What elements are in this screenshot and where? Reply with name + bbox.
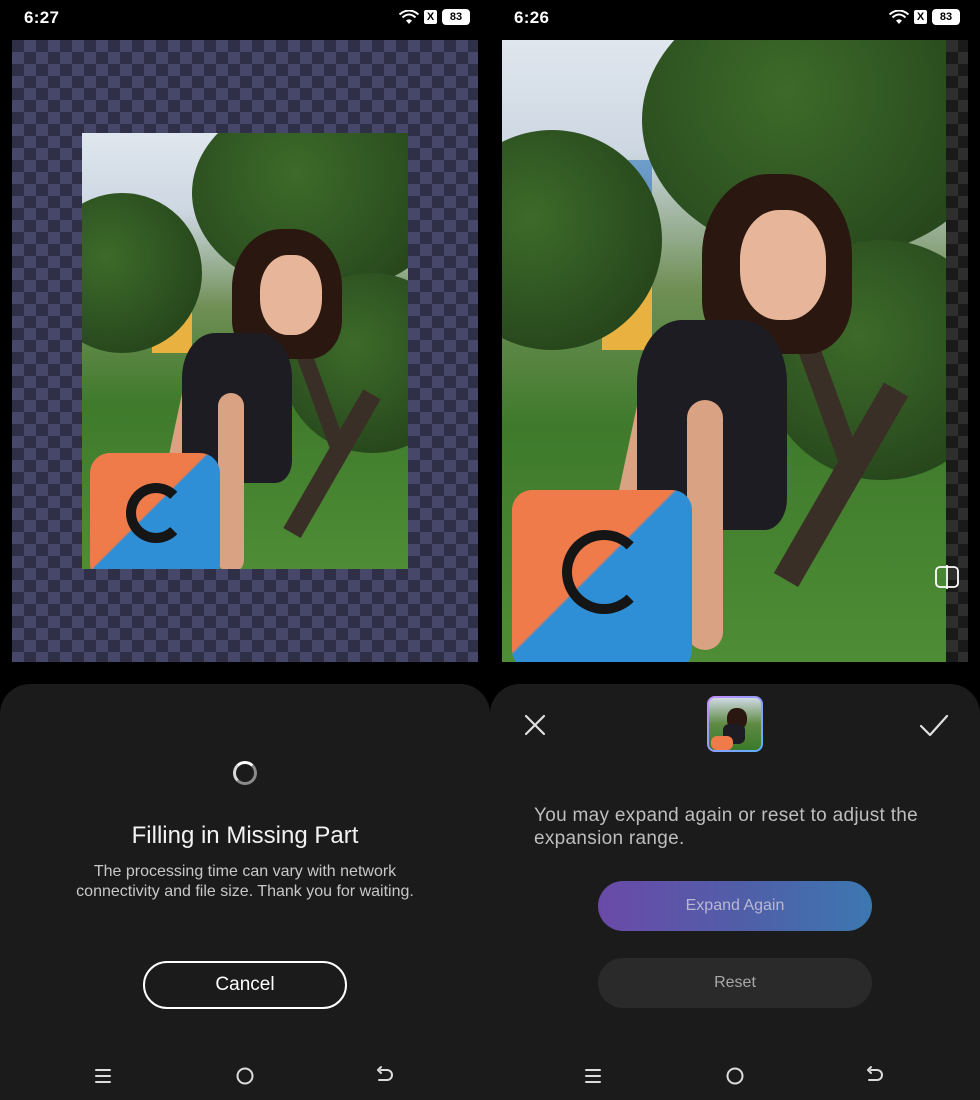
home-icon[interactable] — [723, 1064, 747, 1088]
back-icon[interactable] — [373, 1064, 397, 1088]
result-thumbnail[interactable] — [707, 696, 763, 752]
expanded-canvas[interactable] — [502, 40, 968, 662]
status-icons: X 83 — [399, 9, 470, 25]
expansion-canvas[interactable] — [12, 40, 478, 662]
menu-icon[interactable] — [91, 1064, 115, 1088]
processing-sheet: Filling in Missing Part The processing t… — [0, 684, 490, 1100]
result-screen: 6:26 X 83 You may expand again or reset … — [490, 0, 980, 1100]
expanded-photo — [502, 40, 946, 662]
status-bar: 6:27 X 83 — [0, 0, 490, 36]
status-time: 6:27 — [24, 8, 60, 27]
sim-icon: X — [424, 10, 437, 24]
sim-icon: X — [914, 10, 927, 24]
wifi-icon — [889, 9, 909, 25]
expansion-info-text: You may expand again or reset to adjust … — [534, 805, 919, 849]
navigation-bar — [490, 1058, 980, 1094]
processing-screen: 6:27 X 83 Filling in Missing Part The pr… — [0, 0, 490, 1100]
original-photo — [82, 133, 408, 569]
sheet-title: Filling in Missing Part — [131, 822, 359, 849]
expand-again-button[interactable]: Expand Again — [598, 881, 872, 931]
loading-spinner-icon — [233, 761, 257, 785]
home-icon[interactable] — [233, 1064, 257, 1088]
status-icons: X 83 — [889, 9, 960, 25]
result-sheet: You may expand again or reset to adjust … — [490, 684, 980, 1100]
status-time: 6:26 — [514, 8, 550, 27]
sheet-description: The processing time can vary with networ… — [76, 863, 414, 900]
menu-icon[interactable] — [581, 1064, 605, 1088]
check-icon[interactable] — [918, 710, 950, 740]
battery-icon: 83 — [442, 9, 470, 25]
wifi-icon — [399, 9, 419, 25]
status-bar: 6:26 X 83 — [490, 0, 980, 36]
battery-icon: 83 — [932, 9, 960, 25]
back-icon[interactable] — [863, 1064, 887, 1088]
reset-button[interactable]: Reset — [598, 958, 872, 1008]
cancel-button[interactable]: Cancel — [143, 961, 347, 1009]
compare-icon[interactable] — [934, 564, 960, 590]
navigation-bar — [0, 1058, 490, 1094]
close-icon[interactable] — [520, 710, 550, 740]
